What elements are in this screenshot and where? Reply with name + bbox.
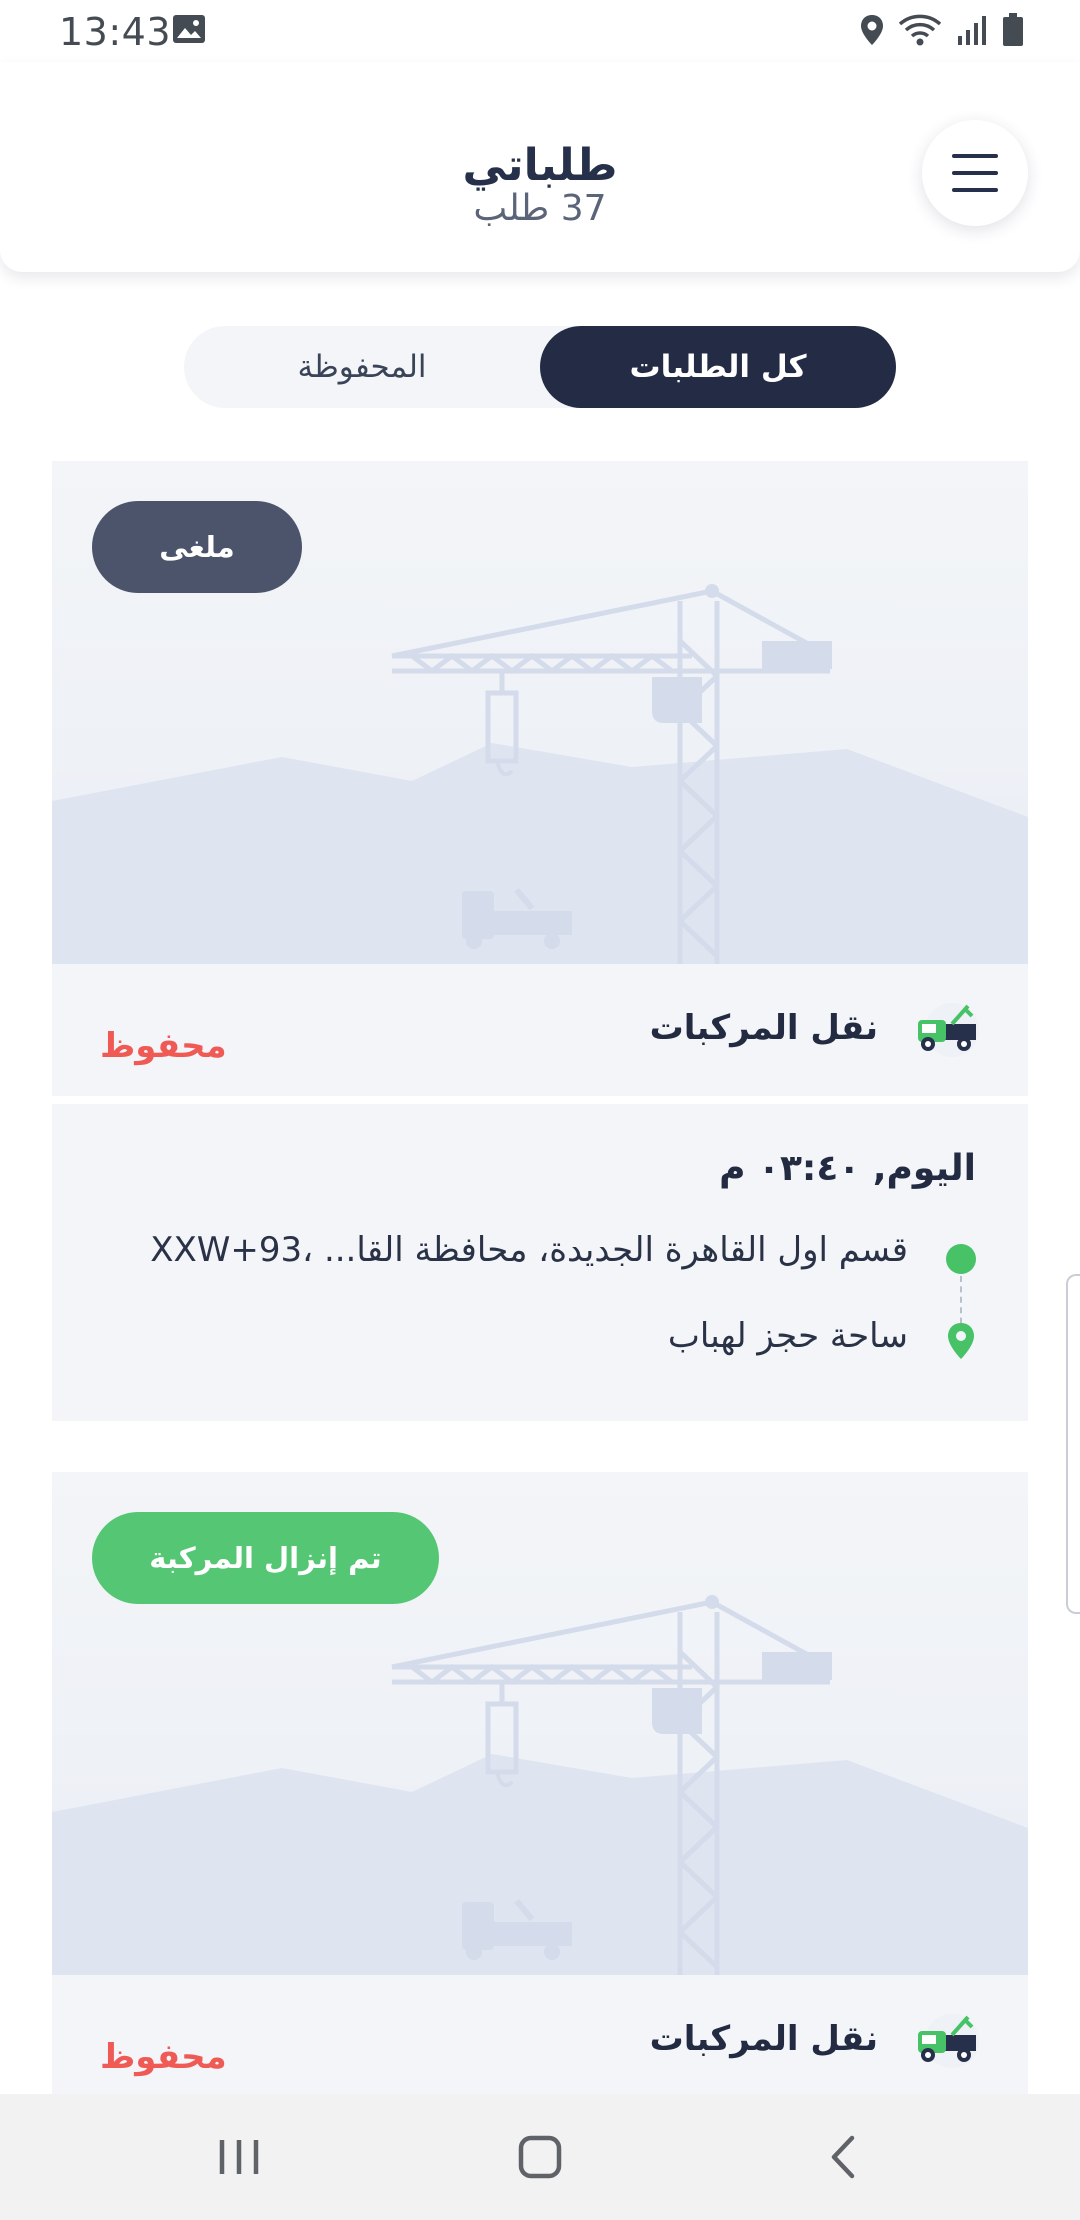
back-icon[interactable] [808,2122,878,2192]
home-icon[interactable] [505,2122,575,2192]
tab-saved-orders[interactable]: المحفوظة [184,326,540,408]
saved-tag[interactable]: محفوظ [100,1026,227,1066]
battery-icon [1003,13,1023,46]
tab-all-orders[interactable]: كل الطلبات [540,326,896,408]
pickup-dot-icon [946,1244,976,1274]
wifi-icon [898,14,942,46]
menu-button[interactable] [922,120,1028,226]
dropoff-address: ساحة حجز لهباب [667,1316,908,1356]
pickup-address: قسم اول القاهرة الجديدة، محافظة القا... … [150,1230,908,1270]
app-header: طلباتي 37 طلب [0,62,1080,272]
order-service-row: نقل المركبات محفوظ [52,1975,1028,2107]
hamburger-menu-icon [952,154,998,158]
location-icon [861,15,883,45]
page-title: طلباتي [462,140,618,191]
dropoff-pin-icon [948,1323,974,1359]
status-time: 13:43 [59,10,172,54]
edge-panel-handle[interactable] [1066,1274,1080,1614]
order-date: اليوم, ٠٣:٤٠ م [719,1148,976,1189]
recent-apps-icon[interactable] [204,2122,274,2192]
status-bar: 13:43 [0,0,1080,62]
orders-count: 37 طلب [473,188,607,229]
service-name: نقل المركبات [649,2019,878,2059]
system-navigation-bar [0,2094,1080,2220]
tow-truck-icon [918,2014,979,2068]
orders-tabs: كل الطلبات المحفوظة [184,326,896,408]
order-status-badge: ملغى [92,501,302,593]
order-card-illustration: تم إنزال المركبة [52,1472,1028,1975]
order-service-row: نقل المركبات محفوظ [52,964,1028,1096]
saved-tag[interactable]: محفوظ [100,2037,227,2077]
service-name: نقل المركبات [649,1008,878,1048]
order-card[interactable]: ملغى نقل المركبات محفوظ اليوم, ٠٣:٤٠ م ق… [52,461,1028,1421]
status-icons [860,12,1024,48]
hamburger-menu-icon [952,188,998,192]
signal-icon [958,16,986,45]
order-card-illustration: ملغى [52,461,1028,964]
order-status-badge: تم إنزال المركبة [92,1512,439,1604]
hamburger-menu-icon [952,171,998,175]
order-card[interactable]: تم إنزال المركبة نقل المركبات محفوظ [52,1472,1028,2112]
tow-truck-icon [918,1003,979,1057]
order-details: اليوم, ٠٣:٤٠ م قسم اول القاهرة الجديدة، … [52,1104,1028,1421]
gallery-icon [173,15,205,43]
